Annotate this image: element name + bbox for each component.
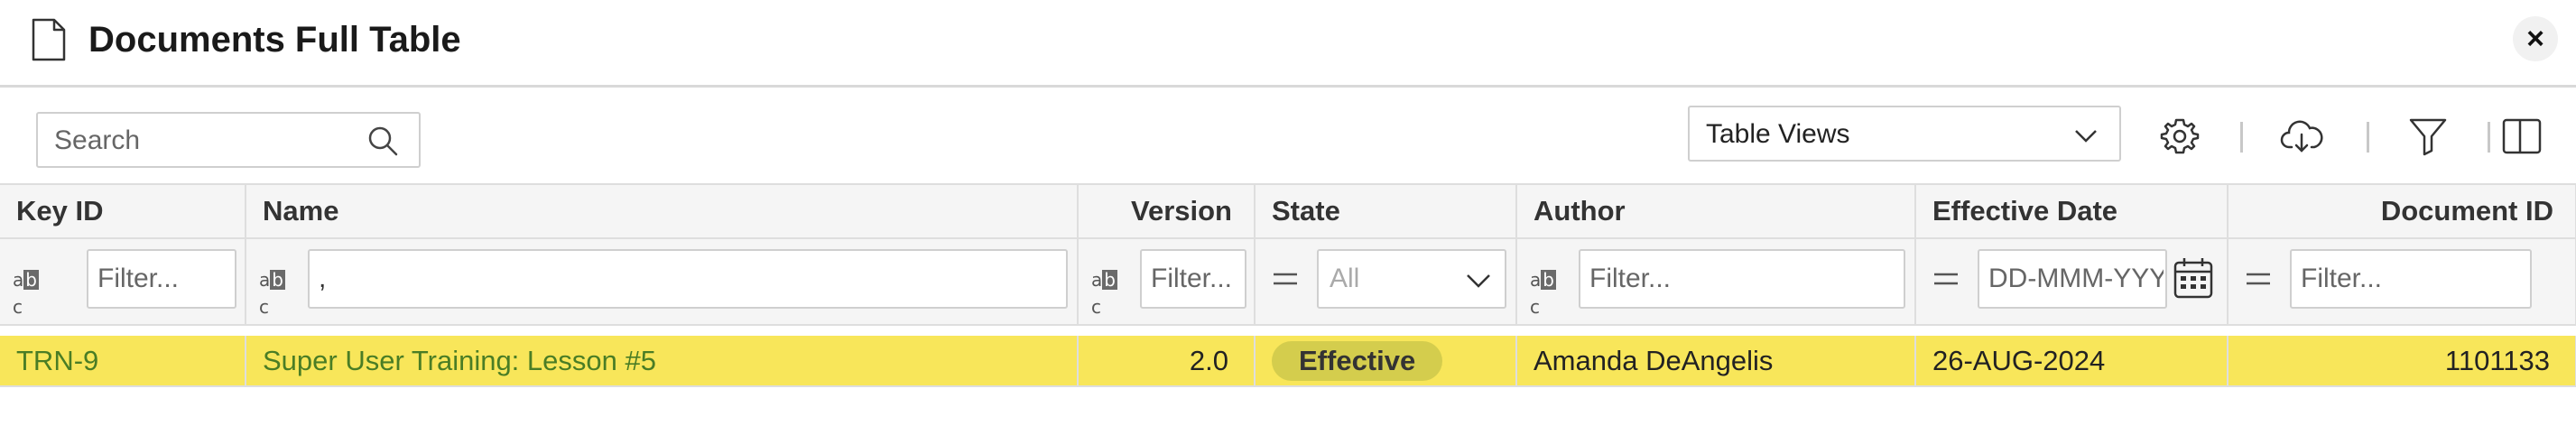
toolbar-divider [2488, 122, 2490, 153]
name-filter-input[interactable] [308, 249, 1068, 309]
filter-cell-state: All [1255, 238, 1517, 326]
documents-table: Key ID Name Version State Author Effecti… [0, 183, 2576, 394]
filter-cell-author: a bc [1516, 238, 1916, 326]
document-icon [32, 18, 66, 61]
key-id-filter-input[interactable] [87, 249, 236, 309]
column-header-author[interactable]: Author [1516, 183, 1916, 239]
state-filter-select[interactable]: All [1317, 249, 1506, 309]
filter-icon[interactable] [2406, 115, 2450, 158]
dialog-header: Documents Full Table × [0, 0, 2576, 88]
state-filter-value: All [1330, 264, 1360, 293]
search-box [36, 112, 421, 168]
equals-filter-icon[interactable] [1272, 270, 1299, 288]
effective-date-cell: 26-AUG-2024 [1915, 336, 2229, 386]
status-badge: Effective [1272, 340, 1443, 381]
row-spacer [0, 325, 2576, 336]
search-icon[interactable] [366, 125, 399, 157]
document-id-filter-input[interactable] [2290, 249, 2532, 309]
column-header-key-id[interactable]: Key ID [0, 183, 246, 239]
column-layout-icon[interactable] [2500, 115, 2544, 158]
filter-cell-key-id: a bc [0, 238, 246, 326]
author-cell: Amanda DeAngelis [1516, 336, 1916, 386]
text-filter-icon[interactable]: a bc [13, 266, 45, 318]
column-header-state[interactable]: State [1255, 183, 1517, 239]
toolbar: Table Views [0, 88, 2576, 183]
text-filter-icon[interactable]: a bc [259, 266, 292, 318]
author-filter-input[interactable] [1579, 249, 1905, 309]
filter-cell-effective-date [1915, 238, 2229, 326]
table-header-row: Key ID Name Version State Author Effecti… [0, 183, 2576, 239]
cloud-download-icon[interactable] [2280, 115, 2323, 158]
chevron-down-icon [1467, 274, 1490, 288]
column-header-name[interactable]: Name [246, 183, 1079, 239]
text-filter-icon[interactable]: a bc [1530, 266, 1562, 318]
table-views-label: Table Views [1706, 119, 1850, 149]
name-cell[interactable]: Super User Training: Lesson #5 [246, 336, 1079, 386]
equals-filter-icon[interactable] [1932, 270, 1960, 288]
search-input[interactable] [52, 123, 381, 159]
toolbar-divider [2240, 122, 2243, 153]
key-id-cell[interactable]: TRN-9 [0, 336, 246, 386]
close-button[interactable]: × [2513, 16, 2558, 61]
filter-cell-version: a bc [1078, 238, 1256, 326]
table-row[interactable]: TRN-9 Super User Training: Lesson #5 2.0… [0, 336, 2576, 386]
version-filter-input[interactable] [1140, 249, 1246, 309]
equals-filter-icon[interactable] [2245, 270, 2272, 288]
filter-row: abc abc abc All abc [0, 238, 2576, 326]
row-spacer [0, 385, 2576, 394]
close-icon: × [2526, 22, 2544, 56]
filter-cell-name: a bc [246, 238, 1079, 326]
effective-date-filter-input[interactable] [1978, 249, 2167, 309]
document-id-cell: 1101133 [2228, 336, 2576, 386]
text-filter-icon[interactable]: a bc [1091, 266, 1124, 318]
table-views-dropdown[interactable]: Table Views [1688, 106, 2121, 162]
column-header-effective-date[interactable]: Effective Date [1915, 183, 2229, 239]
filter-cell-document-id [2228, 238, 2576, 326]
chevron-down-icon [2075, 130, 2097, 143]
calendar-icon[interactable] [2173, 255, 2214, 301]
column-header-document-id[interactable]: Document ID [2228, 183, 2576, 239]
gear-icon[interactable] [2158, 115, 2201, 158]
dialog-title: Documents Full Table [88, 20, 461, 60]
column-header-version[interactable]: Version [1078, 183, 1256, 239]
version-cell: 2.0 [1078, 336, 1256, 386]
state-cell: Effective [1255, 336, 1517, 386]
toolbar-divider [2367, 122, 2369, 153]
